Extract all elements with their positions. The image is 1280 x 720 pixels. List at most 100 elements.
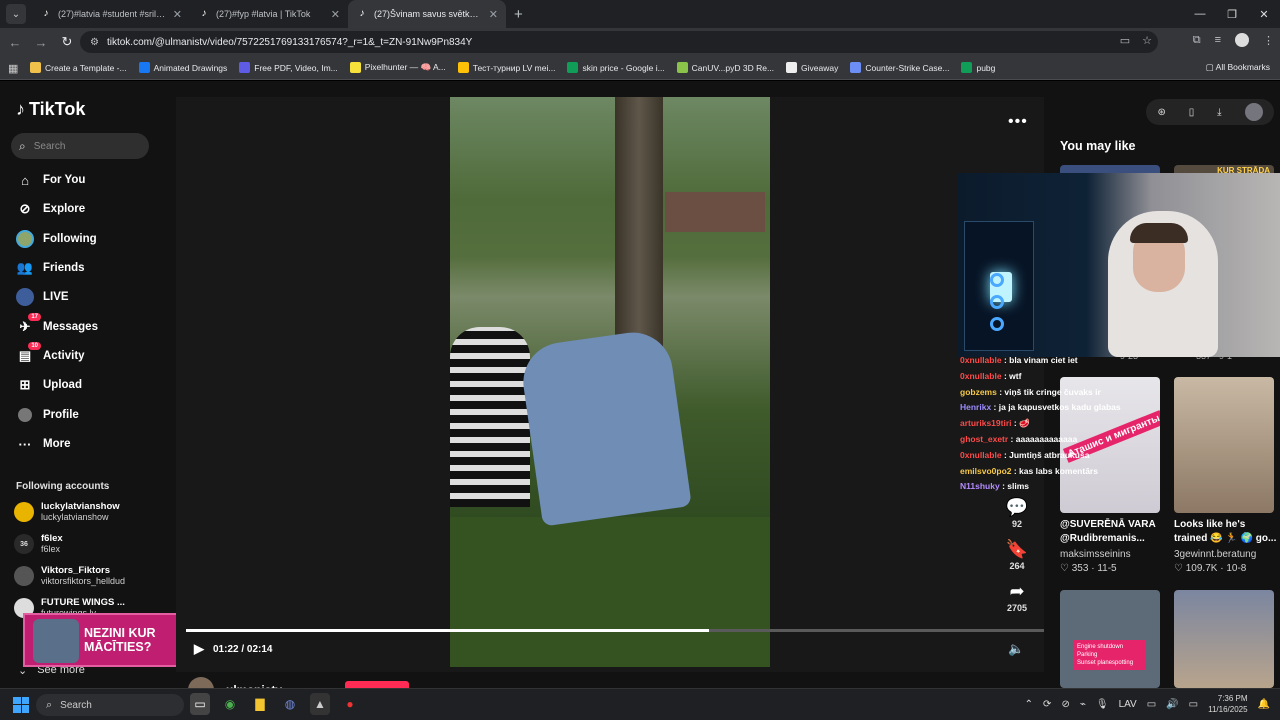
device-icon[interactable]: ▯ [1189, 107, 1195, 118]
task-view-icon[interactable]: ▭ [190, 693, 210, 715]
discord-icon[interactable]: ◍ [280, 693, 300, 715]
bookmark-2[interactable]: Animated Drawings [138, 62, 227, 73]
profile-avatar[interactable] [1235, 33, 1249, 47]
reading-list-icon[interactable]: ≡ [1215, 34, 1221, 46]
save-button[interactable]: 🔖 264 [1006, 539, 1028, 571]
monitor-icon[interactable]: ▭ [1147, 699, 1156, 710]
sidebar-item-upload[interactable]: ⊞ Upload [16, 374, 82, 396]
following-account[interactable]: 36 f6lex f6lex [14, 533, 63, 555]
author-avatar[interactable] [188, 677, 214, 688]
volume-icon[interactable]: 🔈 [1008, 641, 1024, 657]
bookmark-10[interactable]: pubg [961, 62, 995, 73]
extensions-icon[interactable]: ⧉ [1193, 34, 1201, 47]
window-controls: — ❐ ✕ [1184, 0, 1280, 28]
cast-icon[interactable]: ▭ [1120, 34, 1130, 47]
card-username[interactable]: maksimsseinins [1060, 549, 1131, 560]
chat-text: : viņš tik cringe čuvaks ir [996, 386, 1101, 397]
restore-icon[interactable]: ❐ [1216, 0, 1248, 28]
sidebar-item-following[interactable]: Following [16, 228, 97, 250]
following-account[interactable]: Viktors_Fiktors viktorsfiktors_helldud [14, 565, 125, 587]
taskbar-search-input[interactable]: ⌕ Search [36, 694, 184, 716]
chrome-menu-icon[interactable]: ⋮ [1263, 34, 1274, 47]
close-window-icon[interactable]: ✕ [1248, 0, 1280, 28]
video-card[interactable] [1174, 590, 1274, 688]
clock[interactable]: 7:36 PM 11/16/2025 [1208, 693, 1247, 715]
fan-light [990, 295, 1004, 309]
sidebar-item-messages[interactable]: ✈ 17 Messages [16, 313, 98, 338]
progress-bar[interactable] [186, 629, 1044, 632]
app-icon[interactable]: ▲ [310, 693, 330, 715]
video-card[interactable]: Engine shutdown Parking Sunset planespotti… [1060, 590, 1160, 688]
sidebar-item-for-you[interactable]: ⌂ For You [16, 169, 85, 191]
sidebar-item-profile[interactable]: Profile [16, 404, 79, 426]
video-card[interactable] [1174, 377, 1274, 513]
streamer-hair [1130, 223, 1188, 243]
language-indicator[interactable]: LAV [1119, 699, 1137, 710]
bookmark-3[interactable]: Free PDF, Video, Im... [239, 62, 338, 73]
apps-grid-icon[interactable]: ▦ [8, 62, 20, 75]
speaker-icon[interactable]: 🔊 [1166, 699, 1178, 710]
microphone-icon[interactable]: 🎙 [1096, 699, 1109, 710]
video-person-striped [450, 327, 530, 507]
card-caption[interactable]: @SUVERĒNĀ VARA @Rudibremanis... [1060, 518, 1170, 546]
activity-icon: ▤ 10 [16, 342, 41, 365]
browser-tab-3-active[interactable]: ♪ (27)Švinam savus svētkus un tr ✕ [348, 0, 506, 28]
bookmark-8[interactable]: Giveaway [786, 62, 838, 73]
sidebar-item-activity[interactable]: ▤ 10 Activity [16, 342, 85, 367]
tiktok-logo[interactable]: ♪ TikTok [16, 99, 85, 120]
update-icon[interactable]: ⟳ [1043, 699, 1051, 710]
tab-close-icon[interactable]: ✕ [173, 8, 182, 21]
sidebar-item-more[interactable]: ··· More [16, 433, 71, 455]
card-caption[interactable]: Looks like he's trained 😂 🏃 🌍 go... [1174, 518, 1278, 546]
all-bookmarks-button[interactable]: ▢ All Bookmarks [1206, 62, 1270, 73]
obs-icon[interactable]: ● [340, 693, 360, 715]
sidebar-item-explore[interactable]: ⊘ Explore [16, 198, 86, 220]
chat-message: Henrikx : ja ja kapusvetkos kadu glabas [960, 400, 1170, 416]
browser-tab-2[interactable]: ♪ (27)#fyp #latvia | TikTok ✕ [190, 0, 348, 28]
site-info-icon[interactable]: ⚙ [90, 37, 99, 48]
tab-search-button[interactable]: ⌄ [6, 4, 26, 24]
bookmark-5[interactable]: Тест-турнир LV mei... [457, 62, 555, 73]
follow-button[interactable] [345, 681, 409, 688]
network-off-icon[interactable]: ⊘ [1061, 699, 1069, 710]
card-username[interactable]: 3gewinnt.beratung [1174, 549, 1256, 560]
file-explorer-icon[interactable]: ▇ [250, 693, 270, 715]
bookmark-9[interactable]: Counter-Strike Case... [850, 62, 949, 73]
new-tab-button[interactable]: + [514, 6, 523, 23]
notifications-icon[interactable]: 🔔 [1258, 699, 1270, 710]
browser-tab-1[interactable]: ♪ (27)#latvia #student #srilankan ✕ [32, 0, 190, 28]
tab-close-icon[interactable]: ✕ [331, 8, 340, 21]
download-icon[interactable]: ⤓ [1217, 107, 1221, 118]
windows-start-icon[interactable] [13, 696, 29, 713]
coins-icon[interactable]: ⊛ [1157, 107, 1165, 118]
minimize-icon[interactable]: — [1184, 0, 1216, 28]
more-options-icon[interactable]: ••• [1008, 113, 1028, 131]
bookmark-1[interactable]: Create a Template -... [30, 62, 127, 73]
comment-button[interactable]: 💬 92 [1006, 497, 1028, 529]
chat-message: gobzems : viņš tik cringe čuvaks ir [960, 385, 1170, 401]
chevron-up-icon[interactable]: ⌃ [1025, 699, 1033, 710]
messages-icon: ✈ 17 [16, 313, 41, 336]
bookmark-4[interactable]: Pixelhunter — 🧠 A... [349, 62, 446, 73]
chat-text: : kas labs komentārs [1011, 465, 1098, 476]
sidebar-item-friends[interactable]: 👥 Friends [16, 257, 85, 279]
usb-icon[interactable]: ⌁ [1080, 699, 1086, 710]
back-icon[interactable]: ← [4, 31, 26, 53]
chrome-icon[interactable]: ◉ [220, 693, 240, 715]
profile-avatar[interactable] [1244, 103, 1263, 121]
sidebar-item-live[interactable]: LIVE [16, 286, 69, 308]
share-button[interactable]: ➦ 2705 [1007, 581, 1027, 613]
reload-icon[interactable]: ↻ [56, 31, 78, 53]
search-input[interactable]: ⌕ Search [11, 133, 149, 159]
bookmark-6[interactable]: skin price - Google i... [567, 62, 665, 73]
play-icon[interactable]: ▶ [194, 641, 204, 657]
following-account[interactable]: luckylatvianshow luckylatvianshow [14, 501, 120, 523]
battery-icon[interactable]: ▭ [1189, 699, 1198, 710]
forward-icon[interactable]: → [30, 31, 52, 53]
bookmark-star-icon[interactable]: ☆ [1142, 34, 1152, 47]
video-player[interactable] [450, 97, 770, 667]
bookmark-7[interactable]: CanUV...pyD 3D Re... [676, 62, 774, 73]
author-row: ulmanistv [188, 677, 282, 688]
tab-close-icon[interactable]: ✕ [489, 8, 498, 21]
address-bar[interactable]: ⚙ tiktok.com/@ulmanistv/video/7572251769… [80, 31, 1158, 53]
